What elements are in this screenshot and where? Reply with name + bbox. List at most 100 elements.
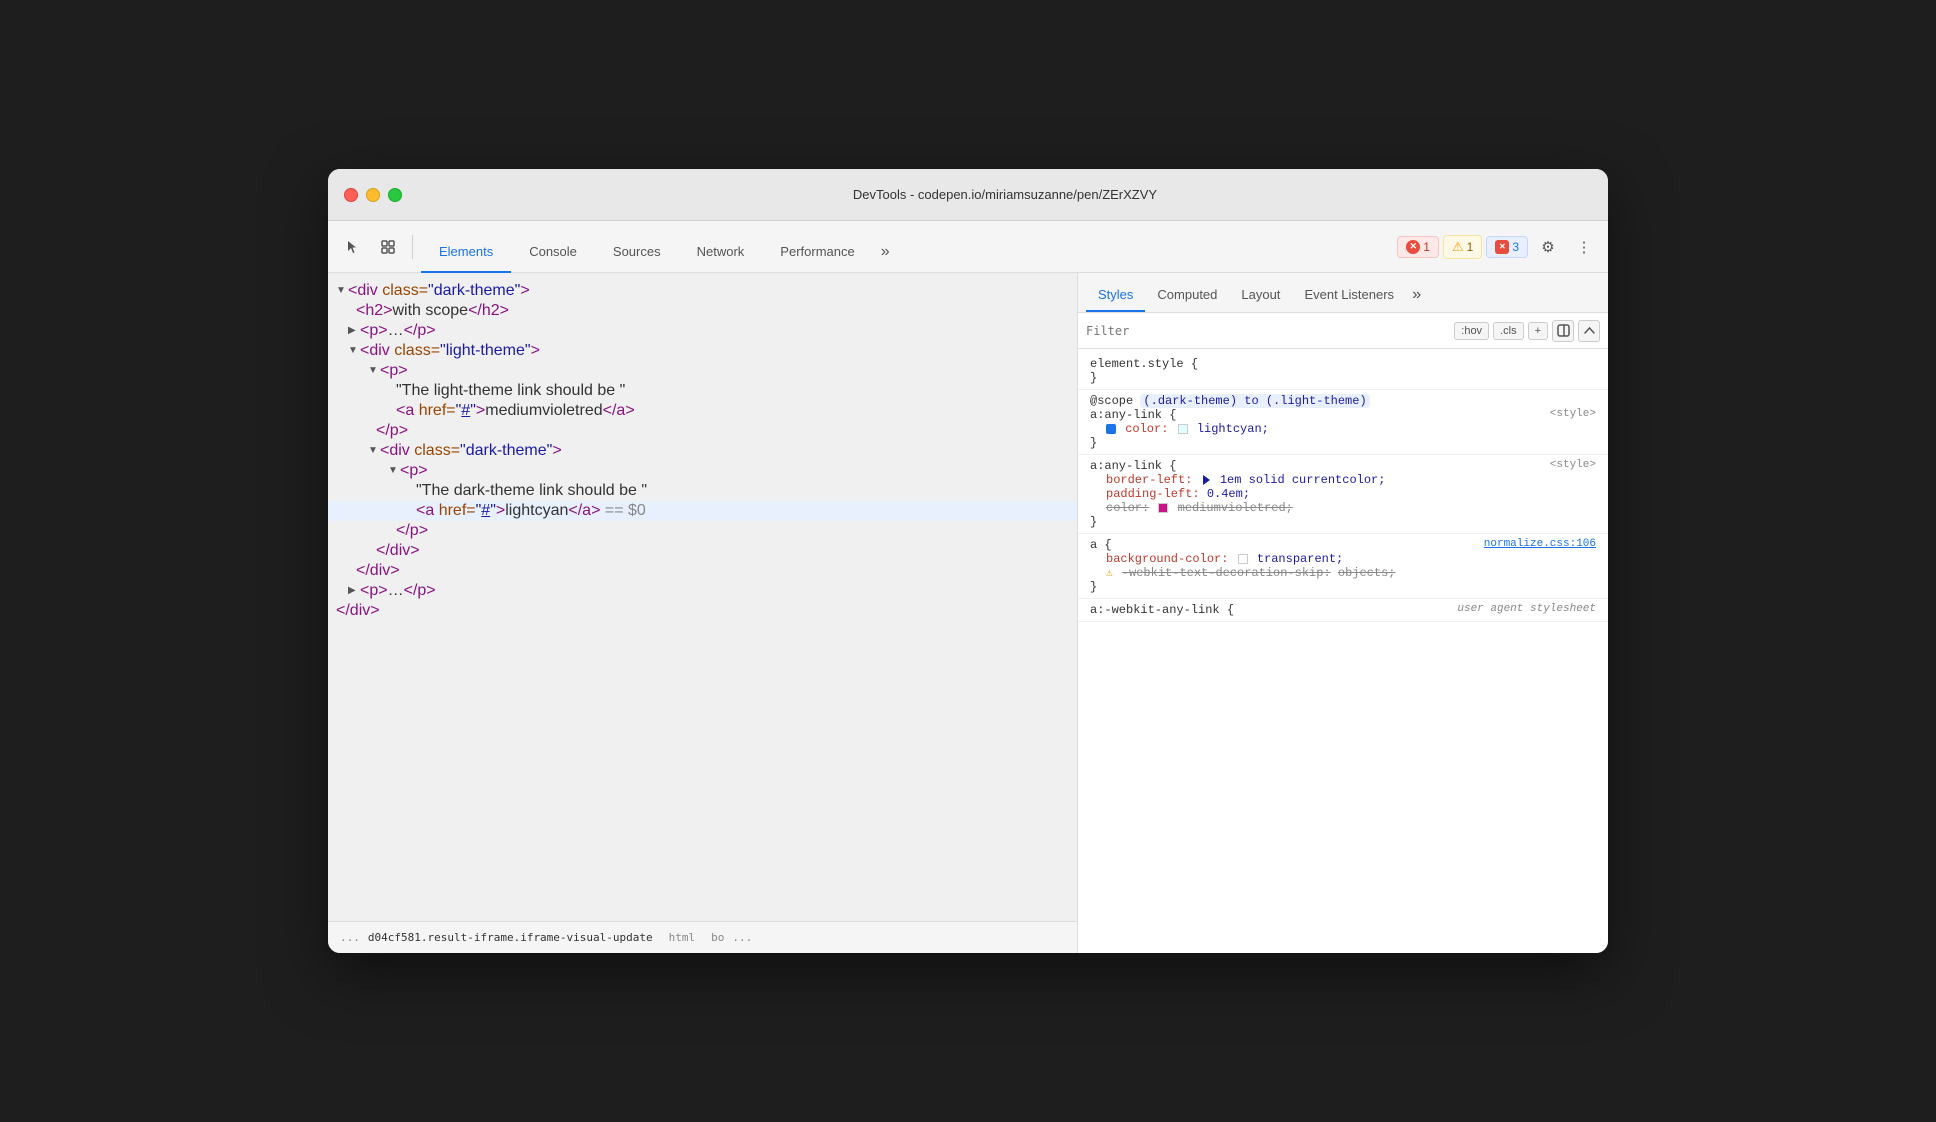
dom-line[interactable]: "The light-theme link should be " (328, 381, 1077, 401)
css-prop-bg: background-color: (1106, 552, 1228, 566)
dom-line[interactable]: ▶ <p>…</p> (328, 581, 1077, 601)
collapse-arrow[interactable]: ▼ (368, 362, 380, 380)
tab-styles[interactable]: Styles (1086, 279, 1145, 312)
css-prop-webkit-strike: -webkit-text-decoration-skip: (1122, 566, 1331, 580)
css-source-style2[interactable]: <style> (1550, 459, 1596, 471)
dom-line[interactable]: </p> (328, 521, 1077, 541)
color-swatch-checkbox (1106, 424, 1116, 434)
css-property: color: (1125, 422, 1168, 436)
cursor-icon[interactable] (336, 231, 368, 263)
dom-line[interactable]: <a href="#">mediumvioletred</a> (328, 401, 1077, 421)
dom-line[interactable]: </p> (328, 421, 1077, 441)
collapse-arrow[interactable]: ▼ (348, 342, 360, 360)
dom-tag: <div (348, 282, 382, 300)
settings-icon: ⚙ (1541, 238, 1554, 256)
tab-computed[interactable]: Computed (1145, 279, 1229, 312)
status-tag-html: html (669, 931, 696, 944)
css-rule-webkit: a:-webkit-any-link {user agent styleshee… (1078, 599, 1608, 622)
status-tag-bo: bo (711, 931, 724, 944)
css-atscope: @scope (1090, 394, 1140, 408)
collapse-arrow[interactable]: ▶ (348, 582, 360, 600)
status-more: ... (732, 931, 752, 944)
css-rule-any-link: a:any-link {<style> border-left: 1em sol… (1078, 455, 1608, 534)
tab-console[interactable]: Console (511, 244, 595, 273)
hov-button[interactable]: :hov (1454, 322, 1489, 340)
window-title: DevTools - codepen.io/miriamsuzanne/pen/… (418, 187, 1592, 202)
toolbar: Elements Console Sources Network Perform… (328, 221, 1608, 273)
dom-line[interactable]: ▼ <p> (328, 361, 1077, 381)
collapse-arrow[interactable]: ▼ (368, 442, 380, 460)
close-button[interactable] (344, 188, 358, 202)
add-rule-button[interactable]: + (1528, 322, 1548, 340)
dom-line[interactable]: ▼ <div class="light-theme"> (328, 341, 1077, 361)
css-val-color-strike: mediumvioletred; (1178, 501, 1293, 515)
filter-input[interactable] (1086, 324, 1450, 338)
css-rule-scope: @scope (.dark-theme) to (.light-theme) a… (1078, 390, 1608, 455)
transparent-swatch (1238, 554, 1248, 564)
minimize-button[interactable] (366, 188, 380, 202)
error-badge[interactable]: ✕ 1 (1397, 236, 1439, 258)
more-icon: ⋮ (1577, 238, 1592, 256)
scope-highlight: (.dark-theme) to (.light-theme) (1140, 394, 1369, 408)
styles-tab-more[interactable]: » (1406, 278, 1428, 312)
dom-line[interactable]: ▼ <p> (328, 461, 1077, 481)
error-icon: ✕ (1406, 240, 1420, 254)
css-prop-padding: padding-left: (1106, 487, 1200, 501)
dom-line[interactable]: <h2>with scope</h2> (328, 301, 1077, 321)
css-rule-normalize: a { normalize.css:106 background-color: t… (1078, 534, 1608, 599)
css-source-style1[interactable]: <style> (1550, 408, 1596, 420)
css-val-border: 1em solid currentcolor; (1220, 473, 1386, 487)
css-rule-element-style: element.style { } (1078, 353, 1608, 390)
devtools-window: DevTools - codepen.io/miriamsuzanne/pen/… (328, 169, 1608, 953)
cls-button[interactable]: .cls (1493, 322, 1524, 340)
tab-network[interactable]: Network (679, 244, 763, 273)
settings-button[interactable]: ⚙ (1532, 231, 1564, 263)
css-value: lightcyan; (1197, 422, 1269, 436)
css-selector-a: a { (1090, 538, 1112, 552)
dom-line[interactable]: "The dark-theme link should be " (328, 481, 1077, 501)
toggle-panel-button[interactable] (1552, 320, 1574, 342)
tab-performance[interactable]: Performance (762, 244, 872, 273)
collapse-arrow[interactable]: ▼ (388, 462, 400, 480)
styles-panel: Styles Computed Layout Event Listeners »… (1078, 273, 1608, 953)
info-badge[interactable]: ✕ 3 (1486, 236, 1528, 258)
css-selector-any-link1: a:any-link { (1090, 408, 1176, 422)
toolbar-more-tabs[interactable]: » (873, 243, 898, 273)
status-dots: ... (340, 931, 360, 944)
collapse-arrow[interactable]: ▶ (348, 322, 360, 340)
filter-bar: :hov .cls + (1078, 313, 1608, 349)
dom-line-selected[interactable]: <a href="#">lightcyan</a> == $0 (328, 501, 1077, 521)
traffic-lights (344, 188, 402, 202)
maximize-button[interactable] (388, 188, 402, 202)
warning-badge[interactable]: ⚠ 1 (1443, 235, 1482, 259)
dom-line[interactable]: </div> (328, 541, 1077, 561)
dom-line[interactable]: ▼ <div class="dark-theme"> (328, 281, 1077, 301)
tab-event-listeners[interactable]: Event Listeners (1292, 279, 1406, 312)
dom-panel: ▼ <div class="dark-theme"> <h2>with scop… (328, 273, 1078, 953)
dom-line[interactable]: </div> (328, 561, 1077, 581)
collapse-button[interactable] (1578, 320, 1600, 342)
css-selector-any-link2: a:any-link { (1090, 459, 1176, 473)
collapse-arrow[interactable]: ▼ (336, 282, 348, 300)
titlebar: DevTools - codepen.io/miriamsuzanne/pen/… (328, 169, 1608, 221)
dom-line[interactable]: ▼ <div class="dark-theme"> (328, 441, 1077, 461)
warning-icon: ⚠ (1452, 239, 1464, 255)
css-val-webkit-strike: objects; (1338, 566, 1396, 580)
dom-scroll[interactable]: ▼ <div class="dark-theme"> <h2>with scop… (328, 273, 1077, 921)
lightcyan-swatch (1178, 424, 1188, 434)
tab-sources[interactable]: Sources (595, 244, 679, 273)
toolbar-right: ✕ 1 ⚠ 1 ✕ 3 ⚙ ⋮ (1397, 231, 1600, 263)
status-bar: ... d04cf581.result-iframe.iframe-visual… (328, 921, 1077, 953)
dom-line[interactable]: </div> (328, 601, 1077, 621)
css-source-normalize[interactable]: normalize.css:106 (1484, 538, 1596, 550)
tab-layout[interactable]: Layout (1229, 279, 1292, 312)
panels-area: ▼ <div class="dark-theme"> <h2>with scop… (328, 273, 1608, 953)
inspect-icon[interactable] (372, 231, 404, 263)
css-prop-color-strike: color: (1106, 501, 1149, 515)
status-path: d04cf581.result-iframe.iframe-visual-upd… (368, 931, 653, 944)
more-options-button[interactable]: ⋮ (1568, 231, 1600, 263)
dom-line[interactable]: ▶ <p>…</p> (328, 321, 1077, 341)
css-val-bg: transparent; (1257, 552, 1343, 566)
tab-elements[interactable]: Elements (421, 244, 511, 273)
styles-tabs: Styles Computed Layout Event Listeners » (1078, 273, 1608, 313)
